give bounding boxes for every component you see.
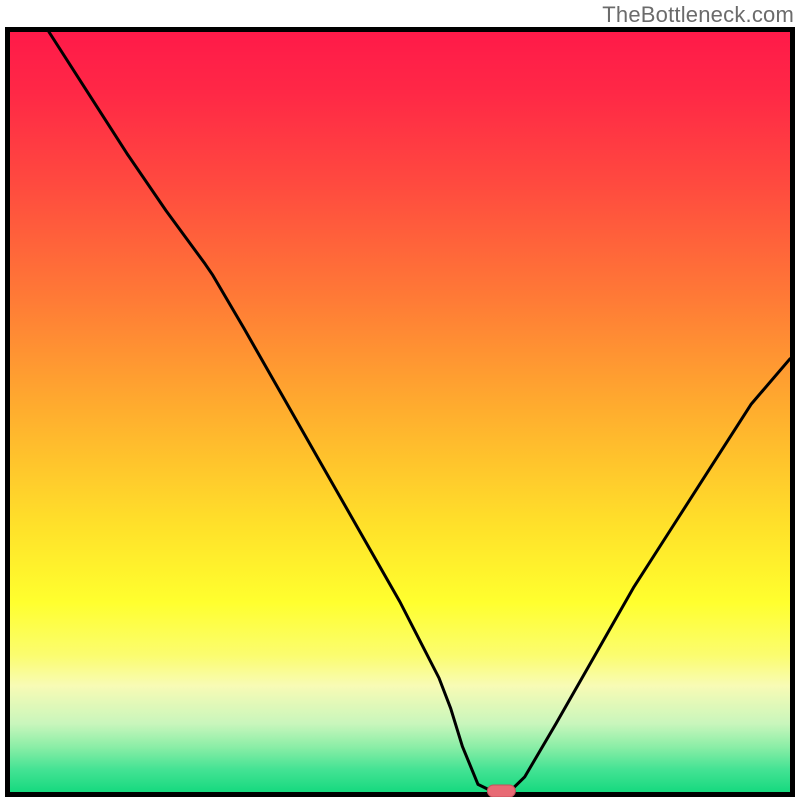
chart-container: TheBottleneck.com [0,0,800,800]
watermark-text: TheBottleneck.com [602,2,794,28]
optimal-marker [487,785,515,797]
chart-background [10,32,790,792]
bottleneck-chart [5,27,795,797]
